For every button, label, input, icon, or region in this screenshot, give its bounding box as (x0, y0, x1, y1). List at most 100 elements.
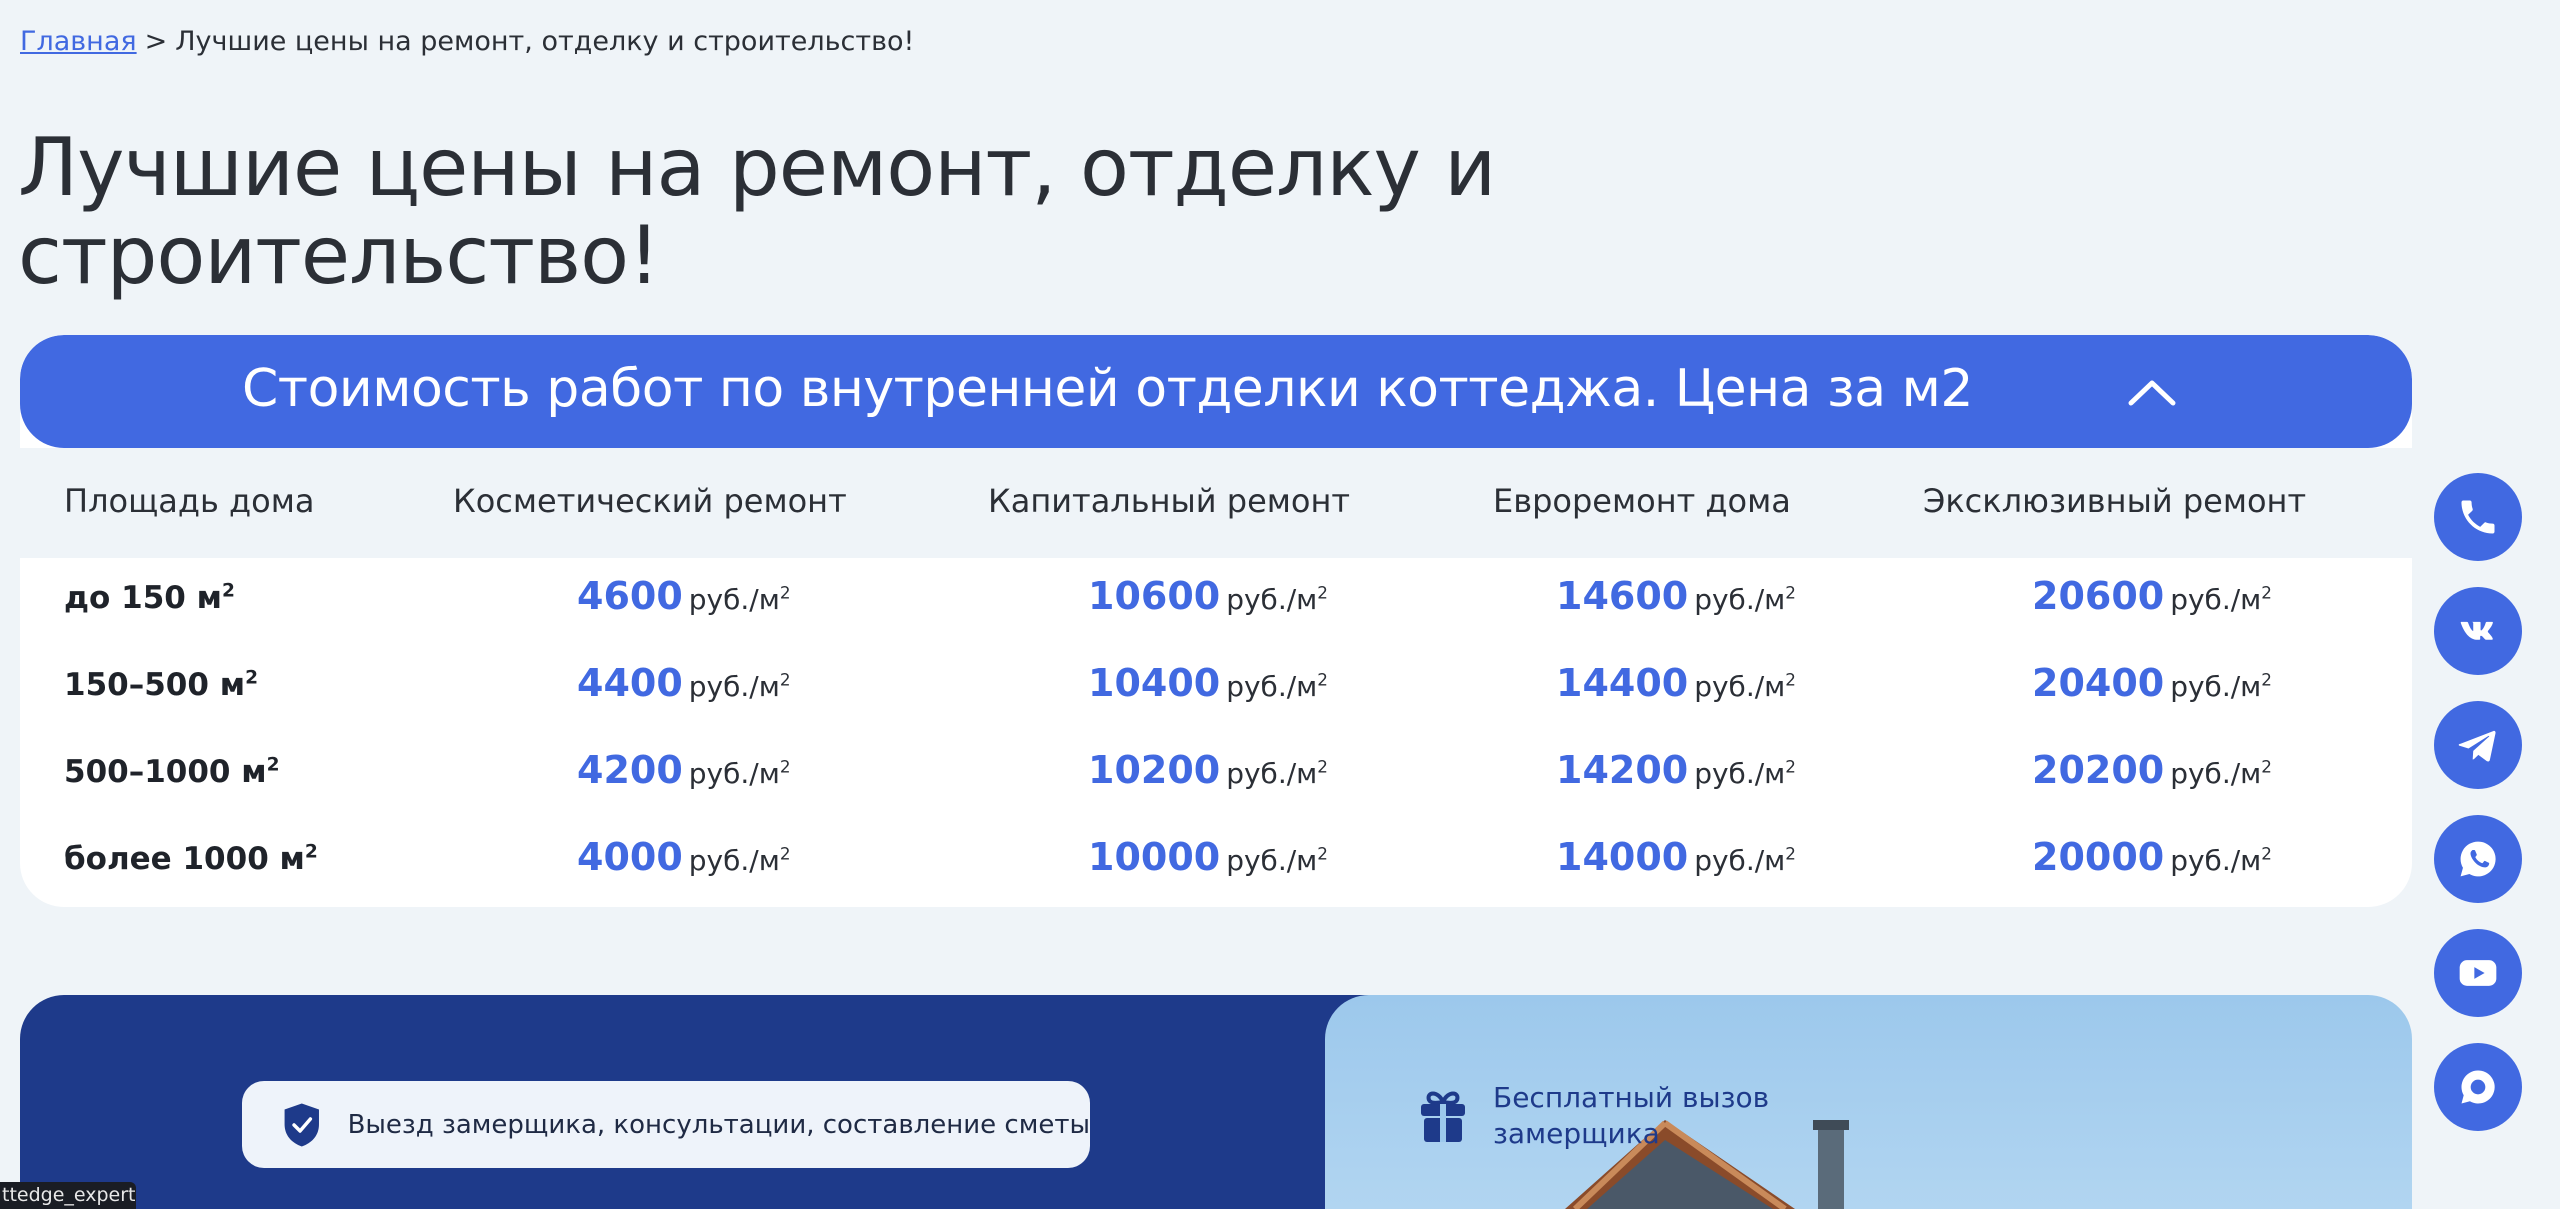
price-cell-capital: 10200 руб./м2 (1088, 748, 1328, 792)
price-cell-euro: 14200 руб./м2 (1556, 748, 1796, 792)
row-area-text: 500–1000 м (64, 754, 267, 790)
telegram-button[interactable] (2434, 701, 2522, 789)
youtube-icon (2459, 960, 2497, 986)
price-value: 10200 (1088, 748, 1221, 792)
price-unit-text: руб./м (1694, 670, 1786, 703)
price-cell-cosmetic: 4000 руб./м2 (577, 835, 791, 879)
price-cell-exclusive: 20000 руб./м2 (2032, 835, 2272, 879)
chevron-up-icon (2128, 380, 2176, 406)
row-area: до 150 м2 (64, 580, 235, 616)
column-header-euro: Евроремонт дома (1493, 482, 1791, 520)
column-header-exclusive: Эксклюзивный ремонт (1923, 482, 2307, 520)
price-unit: руб./м2 (2170, 670, 2272, 703)
breadcrumb-current: Лучшие цены на ремонт, отделку и строите… (175, 26, 915, 57)
breadcrumb-home-link[interactable]: Главная (20, 26, 137, 57)
page-title-line2: строительство! (18, 209, 660, 302)
price-unit-sup: 2 (2261, 843, 2272, 864)
price-unit-sup: 2 (779, 582, 791, 603)
phone-button[interactable] (2434, 473, 2522, 561)
price-unit: руб./м2 (689, 844, 791, 877)
telegram-icon (2458, 730, 2496, 762)
row-area-sup: 2 (304, 841, 318, 863)
price-cell-cosmetic: 4600 руб./м2 (577, 574, 791, 618)
price-unit-sup: 2 (2261, 582, 2272, 603)
price-unit-sup: 2 (1317, 756, 1328, 777)
price-unit-sup: 2 (1785, 756, 1796, 777)
price-unit: руб./м2 (689, 583, 791, 616)
price-unit: руб./м2 (689, 670, 791, 703)
price-unit-text: руб./м (2170, 757, 2262, 790)
price-unit-text: руб./м (688, 583, 780, 616)
price-unit: руб./м2 (2170, 583, 2272, 616)
row-area-text: более 1000 м (64, 841, 305, 877)
price-value: 4000 (577, 835, 683, 879)
price-unit-text: руб./м (1694, 757, 1786, 790)
chat-icon (2461, 1070, 2495, 1104)
price-unit-sup: 2 (1317, 669, 1328, 690)
price-table-card: Стоимость работ по внутренней отделки ко… (20, 335, 2412, 907)
user-tag: ttedge_expert (0, 1182, 136, 1209)
price-value: 4400 (577, 661, 683, 705)
price-value: 14600 (1556, 574, 1689, 618)
price-unit-sup: 2 (779, 669, 791, 690)
price-value: 20000 (2032, 835, 2165, 879)
whatsapp-button[interactable] (2434, 815, 2522, 903)
gift-icon (1421, 1091, 1465, 1142)
price-unit: руб./м2 (2170, 844, 2272, 877)
price-cell-euro: 14400 руб./м2 (1556, 661, 1796, 705)
collapse-button[interactable] (2120, 360, 2184, 424)
price-value: 20200 (2032, 748, 2165, 792)
table-row: 150–500 м2 4400 руб./м2 10400 руб./м2 14400 ру… (20, 645, 2412, 732)
price-unit-text: руб./м (1226, 844, 1318, 877)
price-unit-text: руб./м (688, 844, 780, 877)
price-cell-exclusive: 20400 руб./м2 (2032, 661, 2272, 705)
free-visit-text: Бесплатный вызов замерщика (1493, 1081, 1770, 1150)
chat-button[interactable] (2434, 1043, 2522, 1131)
row-area-text: до 150 м (64, 580, 222, 616)
price-cell-capital: 10600 руб./м2 (1088, 574, 1328, 618)
price-unit-text: руб./м (1694, 583, 1786, 616)
price-unit-text: руб./м (688, 757, 780, 790)
table-body: до 150 м2 4600 руб./м2 10600 руб./м2 14600 руб… (20, 558, 2412, 907)
table-row: до 150 м2 4600 руб./м2 10600 руб./м2 14600 руб… (20, 558, 2412, 645)
price-unit-sup: 2 (1785, 582, 1796, 603)
service-chip-text: Выезд замерщика, консультации, составлен… (347, 1109, 1090, 1140)
price-cell-exclusive: 20600 руб./м2 (2032, 574, 2272, 618)
table-header: Площадь дома Косметический ремонт Капита… (20, 448, 2412, 558)
price-unit-sup: 2 (1317, 582, 1328, 603)
price-unit: руб./м2 (1226, 844, 1328, 877)
vk-icon (2460, 621, 2493, 640)
price-unit-text: руб./м (1226, 583, 1318, 616)
price-card-header[interactable]: Стоимость работ по внутренней отделки ко… (20, 335, 2412, 448)
page: Главная > Лучшие цены на ремонт, отделку и… (0, 0, 2560, 1209)
social-buttons (2434, 473, 2522, 1157)
row-area: более 1000 м2 (64, 841, 318, 877)
price-unit-text: руб./м (1694, 844, 1786, 877)
price-value: 4200 (577, 748, 683, 792)
price-cell-cosmetic: 4400 руб./м2 (577, 661, 791, 705)
price-unit: руб./м2 (1694, 583, 1796, 616)
price-card-title: Стоимость работ по внутренней отделки ко… (242, 359, 1973, 419)
column-header-area: Площадь дома (64, 482, 315, 520)
price-unit: руб./м2 (689, 757, 791, 790)
price-unit: руб./м2 (2170, 757, 2272, 790)
price-unit: руб./м2 (1226, 583, 1328, 616)
row-area-sup: 2 (245, 667, 259, 689)
vk-button[interactable] (2434, 587, 2522, 675)
row-area: 500–1000 м2 (64, 754, 280, 790)
price-unit-sup: 2 (2261, 756, 2272, 777)
table-row: 500–1000 м2 4200 руб./м2 10200 руб./м2 14200 р… (20, 732, 2412, 819)
row-area-sup: 2 (266, 754, 280, 776)
price-unit: руб./м2 (1226, 670, 1328, 703)
price-cell-exclusive: 20200 руб./м2 (2032, 748, 2272, 792)
breadcrumb-separator: > (144, 26, 168, 57)
price-unit-text: руб./м (1226, 757, 1318, 790)
column-header-capital: Капитальный ремонт (988, 482, 1351, 520)
price-value: 10000 (1088, 835, 1221, 879)
price-value: 10400 (1088, 661, 1221, 705)
youtube-button[interactable] (2434, 929, 2522, 1017)
row-area-text: 150–500 м (64, 667, 246, 703)
price-unit-sup: 2 (1785, 843, 1796, 864)
price-value: 14400 (1556, 661, 1689, 705)
price-unit-sup: 2 (1317, 843, 1328, 864)
